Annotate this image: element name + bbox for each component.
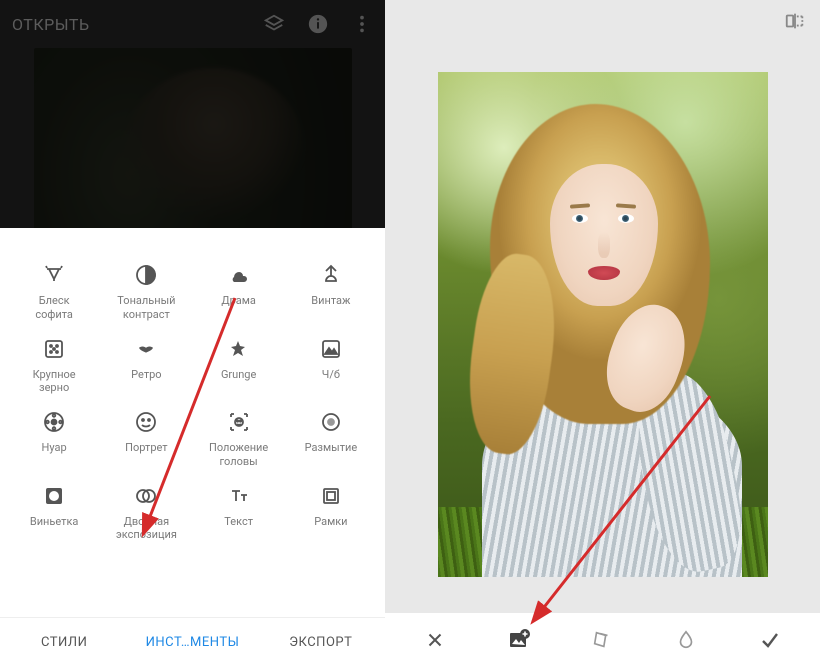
tool-text[interactable]: Текст bbox=[193, 483, 285, 543]
tab-export[interactable]: ЭКСПОРТ bbox=[257, 618, 385, 667]
tonal-contrast-icon bbox=[133, 262, 159, 288]
tool-label: Размытие bbox=[305, 441, 358, 455]
tool-label: Нуар bbox=[42, 441, 67, 455]
tool-label: Тональный контраст bbox=[117, 294, 175, 322]
portrait-icon bbox=[133, 409, 159, 435]
tool-black-white[interactable]: Ч/б bbox=[285, 336, 377, 396]
tool-label: Виньетка bbox=[30, 515, 79, 529]
canvas[interactable] bbox=[385, 46, 820, 613]
tool-vintage[interactable]: Винтаж bbox=[285, 262, 377, 322]
tool-label: Крупное зерно bbox=[33, 368, 76, 396]
tool-grainy-film[interactable]: Крупное зерно bbox=[8, 336, 100, 396]
tool-head-pose[interactable]: Положе­ние головы bbox=[193, 409, 285, 469]
tool-label: Блеск софита bbox=[35, 294, 73, 322]
tool-label: Ч/б bbox=[322, 368, 340, 382]
tool-label: Grunge bbox=[221, 368, 256, 382]
tool-label: Драма bbox=[221, 294, 256, 308]
tools-panel[interactable]: коррекция коррекция Блеск софита bbox=[0, 228, 385, 617]
retrolux-icon bbox=[133, 336, 159, 362]
tool-label: Двойная экспозиция bbox=[116, 515, 177, 543]
blend-styles-button[interactable] bbox=[580, 629, 624, 651]
grainy-film-icon bbox=[41, 336, 67, 362]
tool-vignette[interactable]: Виньетка bbox=[8, 483, 100, 543]
grunge-icon bbox=[226, 336, 252, 362]
tab-styles[interactable]: СТИЛИ bbox=[0, 618, 128, 667]
drama-icon bbox=[226, 262, 252, 288]
tool-retrolux[interactable]: Ретро bbox=[100, 336, 192, 396]
double-exposure-toolbar bbox=[385, 613, 820, 667]
tool-label: Ретро bbox=[131, 368, 161, 382]
head-pose-icon bbox=[226, 409, 252, 435]
tab-tools[interactable]: ИНСТ…МЕНТЫ bbox=[128, 618, 256, 667]
editor-header-dimmed: ОТКРЫТЬ bbox=[0, 0, 385, 228]
text-icon bbox=[226, 483, 252, 509]
close-button[interactable] bbox=[413, 629, 457, 651]
tool-label: Положе­ние головы bbox=[209, 441, 268, 469]
tool-lens-blur[interactable]: Размытие bbox=[285, 409, 377, 469]
vignette-icon bbox=[41, 483, 67, 509]
right-panel bbox=[385, 0, 820, 667]
tool-noir[interactable]: Нуар bbox=[8, 409, 100, 469]
tool-double-exposure[interactable]: Двойная экспозиция bbox=[100, 483, 192, 543]
tool-glamour-glow[interactable]: Блеск софита bbox=[8, 262, 100, 322]
bottom-tabs: СТИЛИ ИНСТ…МЕНТЫ ЭКСПОРТ bbox=[0, 617, 385, 667]
tool-grunge[interactable]: Grunge bbox=[193, 336, 285, 396]
frames-icon bbox=[318, 483, 344, 509]
noir-icon bbox=[41, 409, 67, 435]
dim-overlay bbox=[0, 0, 385, 228]
left-panel: ОТКРЫТЬ bbox=[0, 0, 385, 667]
tools-row-partial: коррекция коррекция bbox=[0, 228, 385, 248]
tool-frames[interactable]: Рамки bbox=[285, 483, 377, 543]
tool-label: Текст bbox=[224, 515, 253, 529]
add-image-button[interactable] bbox=[497, 628, 541, 652]
apply-button[interactable] bbox=[748, 628, 792, 652]
vintage-icon bbox=[318, 262, 344, 288]
right-top-bar bbox=[385, 0, 820, 46]
compare-icon[interactable] bbox=[784, 10, 806, 36]
double-exposure-icon bbox=[133, 483, 159, 509]
opacity-button[interactable] bbox=[664, 629, 708, 651]
tool-portrait[interactable]: Портрет bbox=[100, 409, 192, 469]
tool-item[interactable]: коррекция bbox=[225, 228, 280, 242]
tool-item[interactable]: коррекция bbox=[40, 228, 95, 242]
bw-icon bbox=[318, 336, 344, 362]
tools-grid: Блеск софита Тональный контраст Драма bbox=[0, 248, 385, 550]
photo bbox=[438, 72, 768, 577]
tool-label: Винтаж bbox=[311, 294, 350, 308]
tool-tonal-contrast[interactable]: Тональный контраст bbox=[100, 262, 192, 322]
tool-label: Портрет bbox=[125, 441, 167, 455]
blur-icon bbox=[318, 409, 344, 435]
tool-drama[interactable]: Драма bbox=[193, 262, 285, 322]
tool-label: Рамки bbox=[314, 515, 347, 529]
glamour-icon bbox=[41, 262, 67, 288]
